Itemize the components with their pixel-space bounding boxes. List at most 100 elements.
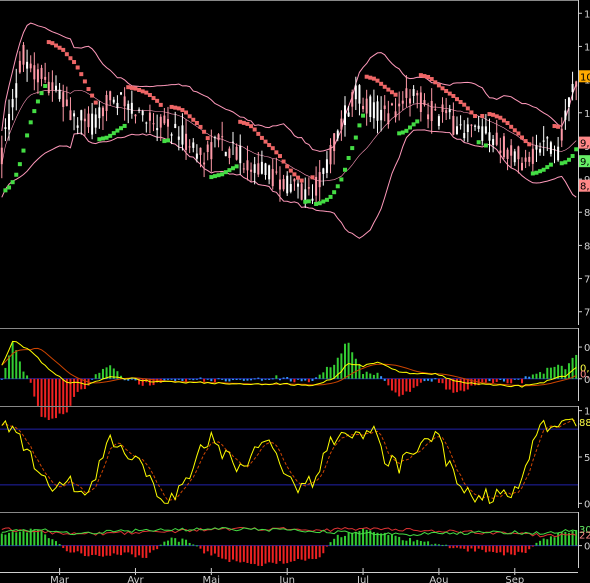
dmi-histogram-bar (445, 544, 448, 546)
macd-histogram-bar (492, 378, 495, 383)
dmi-histogram-bar (264, 545, 267, 564)
dmi-histogram-bar (224, 545, 227, 560)
candle-body (145, 122, 148, 124)
dmi-histogram-bar (466, 545, 469, 552)
dmi-histogram-bar (217, 545, 220, 557)
dmi-histogram-bar (174, 538, 177, 546)
candle-body (98, 107, 101, 119)
candle-body (549, 142, 552, 154)
macd-histogram-bar (502, 378, 505, 382)
macd-histogram-bar (380, 376, 383, 379)
month-label: Avr (127, 575, 144, 583)
price-value-tag-label: 8, (580, 182, 590, 193)
dmi-histogram-bar (549, 536, 552, 546)
candle-body (445, 110, 448, 114)
macd-histogram-bar (571, 357, 574, 379)
dmi-histogram-bar (235, 545, 238, 562)
dmi-histogram-bar (123, 545, 126, 553)
candle-body (517, 146, 520, 160)
sar-dot (436, 83, 441, 88)
dmi-histogram-bar (148, 545, 151, 553)
candle-body (488, 132, 491, 141)
macd-histogram-bar (315, 377, 318, 379)
macd-histogram-bar (495, 378, 498, 382)
candle-body (210, 142, 213, 160)
dmi-histogram-bar (271, 545, 274, 563)
dmi-histogram-bar (304, 545, 307, 561)
sar-dot (72, 60, 77, 65)
candle-body (138, 109, 141, 111)
dmi-histogram-bar (517, 545, 520, 552)
dmi-histogram-bar (83, 545, 86, 557)
dmi-histogram-bar (474, 545, 477, 552)
dmi-histogram-bar (401, 540, 404, 546)
candle-body (448, 109, 451, 113)
candle-body (369, 96, 372, 117)
sar-dot (115, 128, 120, 133)
dmi-histogram-bar (470, 545, 473, 549)
price-tick-label: 10 (584, 109, 590, 120)
macd-histogram-bar (246, 378, 249, 381)
macd-histogram-bar (224, 378, 227, 382)
dmi-histogram-bar (492, 545, 495, 552)
candle-body (437, 116, 440, 126)
macd-histogram-bar (430, 378, 433, 382)
sar-dot (552, 124, 557, 129)
macd-histogram-bar (484, 378, 487, 383)
sar-dot (119, 126, 124, 131)
sar-dot (415, 119, 420, 124)
dmi-histogram-bar (98, 545, 101, 557)
macd-histogram-bar (282, 377, 285, 379)
dmi-histogram-bar (535, 542, 538, 546)
dmi-histogram-bar (488, 545, 491, 552)
dmi-histogram-bar (22, 530, 25, 546)
dmi-histogram-bar (47, 538, 50, 546)
sar-dot (285, 164, 290, 169)
dmi-histogram-bar (448, 545, 451, 549)
candle-body (166, 119, 169, 127)
macd-histogram-bar (11, 342, 14, 379)
candle-body (152, 123, 155, 125)
candle-body (33, 65, 36, 80)
sar-dot (209, 175, 214, 180)
candle-body (264, 163, 267, 175)
dmi-histogram-bar (499, 545, 502, 553)
dmi-histogram-bar (145, 545, 148, 558)
candle-body (174, 123, 177, 129)
macd-histogram-bar (325, 366, 328, 379)
candle-body (73, 113, 76, 117)
dmi-histogram-bar (101, 545, 104, 557)
sar-dot (220, 172, 225, 177)
sar-dot (25, 133, 30, 138)
sar-dot (140, 89, 145, 94)
macd-histogram-bar (304, 378, 307, 381)
dmi-histogram-bar (484, 545, 487, 553)
macd-histogram-bar (105, 367, 108, 379)
candle-body (94, 114, 97, 128)
dmi-histogram-bar (557, 532, 560, 546)
sar-dot (241, 120, 246, 125)
macd-histogram-bar (405, 378, 408, 392)
candle-body (51, 82, 54, 91)
sar-dot (270, 146, 275, 151)
dmi-histogram-bar (506, 545, 509, 553)
macd-histogram-bar (130, 378, 133, 380)
dmi-histogram-bar (362, 528, 365, 546)
sar-dot (324, 197, 329, 202)
dmi-histogram-bar (477, 545, 480, 549)
sar-dot (563, 160, 568, 165)
macd-histogram-bar (58, 378, 61, 414)
sar-dot (429, 77, 434, 82)
candle-body (8, 113, 11, 130)
dmi-panel: 03022 (0, 512, 590, 568)
macd-histogram-bar (343, 343, 346, 379)
candle-body (76, 125, 79, 128)
price-tick-label: 7,5 (584, 275, 590, 286)
sar-dot (574, 147, 579, 152)
macd-histogram-bar (369, 373, 372, 379)
macd-histogram-bar (181, 378, 184, 382)
sar-dot (523, 139, 528, 144)
bollinger-lower-band (1, 129, 577, 239)
candle-body (246, 160, 249, 171)
macd-histogram-bar (459, 378, 462, 391)
